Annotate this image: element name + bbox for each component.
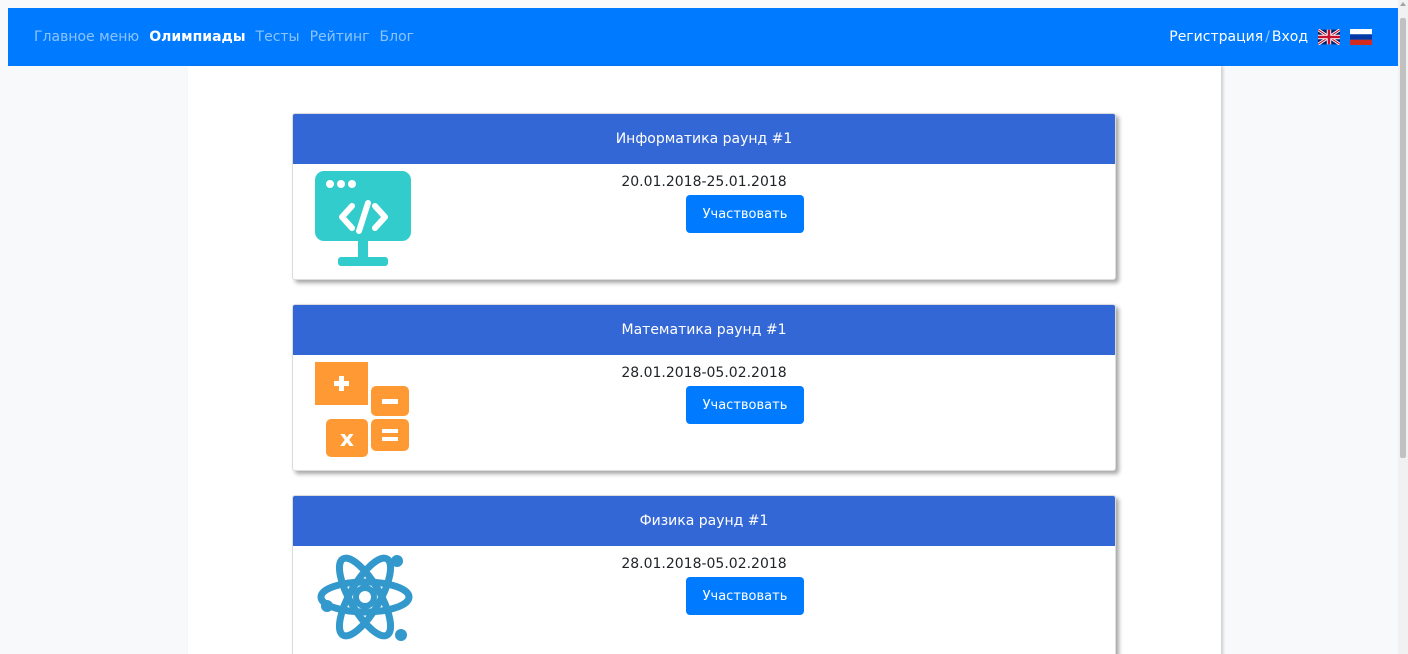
olympiad-dates: 28.01.2018-05.02.2018 (621, 365, 787, 381)
card-title: Математика раунд #1 (293, 305, 1115, 355)
russia-flag-icon[interactable] (1350, 29, 1372, 45)
scroll-up-arrow-icon[interactable] (1400, 2, 1406, 6)
nav-link-rating[interactable]: Рейтинг (310, 29, 370, 45)
page-viewport: Главное меню Олимпиады Тесты Рейтинг Бло… (0, 0, 1398, 654)
scrollbar-thumb[interactable] (1400, 18, 1406, 458)
participate-button[interactable]: Участвовать (686, 577, 804, 615)
nav-link-main-menu[interactable]: Главное меню (34, 29, 139, 45)
olympiad-card-mathematics: Математика раунд #1 x 28.01.2018-05.02.2… (292, 304, 1116, 471)
auth-separator: / (1265, 29, 1270, 45)
top-navbar: Главное меню Олимпиады Тесты Рейтинг Бло… (8, 8, 1398, 66)
card-title: Физика раунд #1 (293, 496, 1115, 546)
nav-link-blog[interactable]: Блог (380, 29, 414, 45)
olympiad-dates: 20.01.2018-25.01.2018 (621, 174, 787, 190)
participate-button[interactable]: Участвовать (686, 386, 804, 424)
olympiad-card-informatics: Информатика раунд #1 20.01.2018-25.01.20… (292, 113, 1116, 280)
nav-link-olympiads[interactable]: Олимпиады (149, 29, 245, 45)
nav-links: Главное меню Олимпиады Тесты Рейтинг Бло… (34, 8, 414, 66)
olympiad-dates: 28.01.2018-05.02.2018 (621, 556, 787, 572)
vertical-scrollbar[interactable] (1398, 0, 1408, 654)
nav-auth: Регистрация / Вход (1169, 8, 1372, 66)
nav-link-tests[interactable]: Тесты (256, 29, 300, 45)
main-content: Информатика раунд #1 20.01.2018-25.01.20… (188, 66, 1221, 654)
svg-text:x: x (340, 427, 354, 452)
register-link[interactable]: Регистрация (1169, 29, 1263, 45)
uk-flag-icon[interactable] (1318, 29, 1340, 45)
login-link[interactable]: Вход (1272, 29, 1308, 45)
card-title: Информатика раунд #1 (293, 114, 1115, 164)
olympiad-card-physics: Физика раунд #1 28.01.2018-05.02.2018 Уч… (292, 495, 1116, 654)
participate-button[interactable]: Участвовать (686, 195, 804, 233)
